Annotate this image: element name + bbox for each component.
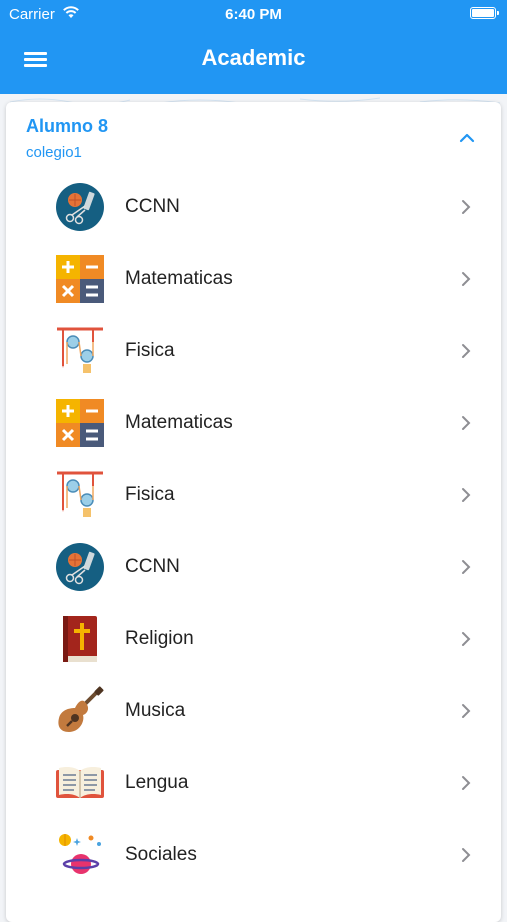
- subject-label: CCNN: [125, 556, 180, 577]
- subject-label: Fisica: [125, 340, 175, 361]
- subject-row[interactable]: Sociales: [6, 818, 501, 890]
- subject-row[interactable]: Fisica: [6, 458, 501, 530]
- chevron-right-icon: [462, 200, 471, 214]
- subject-label: Lengua: [125, 772, 189, 793]
- subject-label: Religion: [125, 628, 194, 649]
- battery-icon: [470, 7, 499, 19]
- clock: 6:40 PM: [225, 6, 282, 23]
- chevron-right-icon: [462, 632, 471, 646]
- subject-row[interactable]: Fisica: [6, 314, 501, 386]
- subject-row[interactable]: Musica: [6, 674, 501, 746]
- chevron-up-icon[interactable]: [457, 128, 477, 148]
- subject-label: CCNN: [125, 196, 180, 217]
- subject-row[interactable]: CCNN: [6, 170, 501, 242]
- chevron-right-icon: [462, 560, 471, 574]
- subject-label: Fisica: [125, 484, 175, 505]
- chevron-right-icon: [462, 344, 471, 358]
- subject-row[interactable]: Matematicas: [6, 386, 501, 458]
- chevron-right-icon: [462, 848, 471, 862]
- subject-row[interactable]: CCNN: [6, 530, 501, 602]
- status-bar: Carrier 6:40 PM: [0, 0, 507, 28]
- calculator-icon: [56, 399, 104, 447]
- student-card: Alumno 8 colegio1 CCNN Matematicas Fisic…: [6, 102, 501, 922]
- subject-list: CCNN Matematicas Fisica Matematicas Fisi…: [6, 170, 501, 890]
- chevron-right-icon: [462, 704, 471, 718]
- chevron-right-icon: [462, 488, 471, 502]
- app-header: Carrier 6:40 PM Academic: [0, 0, 507, 94]
- chevron-right-icon: [462, 272, 471, 286]
- pulley-icon: [57, 471, 103, 517]
- subject-label: Musica: [125, 700, 186, 721]
- subject-row[interactable]: Lengua: [6, 746, 501, 818]
- school-name: colegio1: [26, 144, 82, 161]
- subject-label: Matematicas: [125, 268, 233, 289]
- chevron-right-icon: [462, 416, 471, 430]
- guitar-icon: [58, 686, 104, 732]
- planets-icon: [59, 834, 101, 874]
- page-title: Academic: [201, 45, 306, 70]
- science-icon: [56, 543, 104, 591]
- science-icon: [56, 183, 104, 231]
- subject-row[interactable]: Religion: [6, 602, 501, 674]
- subject-label: Sociales: [125, 844, 197, 865]
- subject-row[interactable]: Matematicas: [6, 242, 501, 314]
- bible-icon: [63, 616, 97, 662]
- student-name: Alumno 8: [26, 116, 109, 136]
- calculator-icon: [56, 255, 104, 303]
- open-book-icon: [56, 767, 104, 798]
- chevron-right-icon: [462, 776, 471, 790]
- pulley-icon: [57, 327, 103, 373]
- subject-label: Matematicas: [125, 412, 233, 433]
